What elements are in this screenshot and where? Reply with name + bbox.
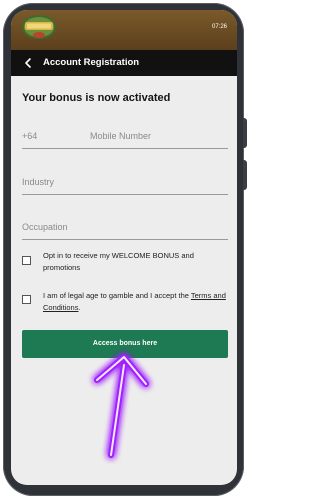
legal-row: I am of legal age to gamble and I accept…	[22, 290, 228, 316]
phone-screen: 07:26 Account Registration Your bonus is…	[11, 10, 237, 485]
phone-side-button	[243, 118, 247, 148]
phone-side-button	[243, 160, 247, 190]
legal-checkbox[interactable]	[22, 295, 31, 304]
industry-input[interactable]: Industry	[22, 177, 54, 187]
legal-text: I am of legal age to gamble and I accept…	[43, 291, 191, 300]
status-bar: 07:26	[11, 10, 237, 50]
legal-text-end: .	[78, 303, 81, 312]
opt-in-label: Opt in to receive my WELCOME BONUS and p…	[43, 251, 194, 272]
page-title: Account Registration	[43, 57, 140, 68]
opt-in-checkbox[interactable]	[22, 256, 31, 265]
mobile-number-input[interactable]: Mobile Number	[90, 131, 151, 141]
opt-in-row: Opt in to receive my WELCOME BONUS and p…	[22, 250, 228, 276]
casino-logo-icon	[22, 15, 56, 39]
phone-prefix[interactable]: +64	[22, 131, 37, 141]
chevron-left-icon[interactable]	[22, 56, 34, 70]
industry-field[interactable]: Industry	[22, 170, 228, 195]
legal-label: I am of legal age to gamble and I accept…	[43, 290, 228, 314]
status-time: 07:26	[211, 24, 227, 30]
occupation-field[interactable]: Occupation	[22, 215, 228, 240]
app-header: Account Registration	[11, 50, 237, 76]
occupation-input[interactable]: Occupation	[22, 222, 68, 232]
bonus-heading: Your bonus is now activated	[22, 92, 171, 104]
mobile-number-field[interactable]: +64 Mobile Number	[22, 124, 228, 149]
access-bonus-button[interactable]: Access bonus here	[22, 330, 228, 358]
